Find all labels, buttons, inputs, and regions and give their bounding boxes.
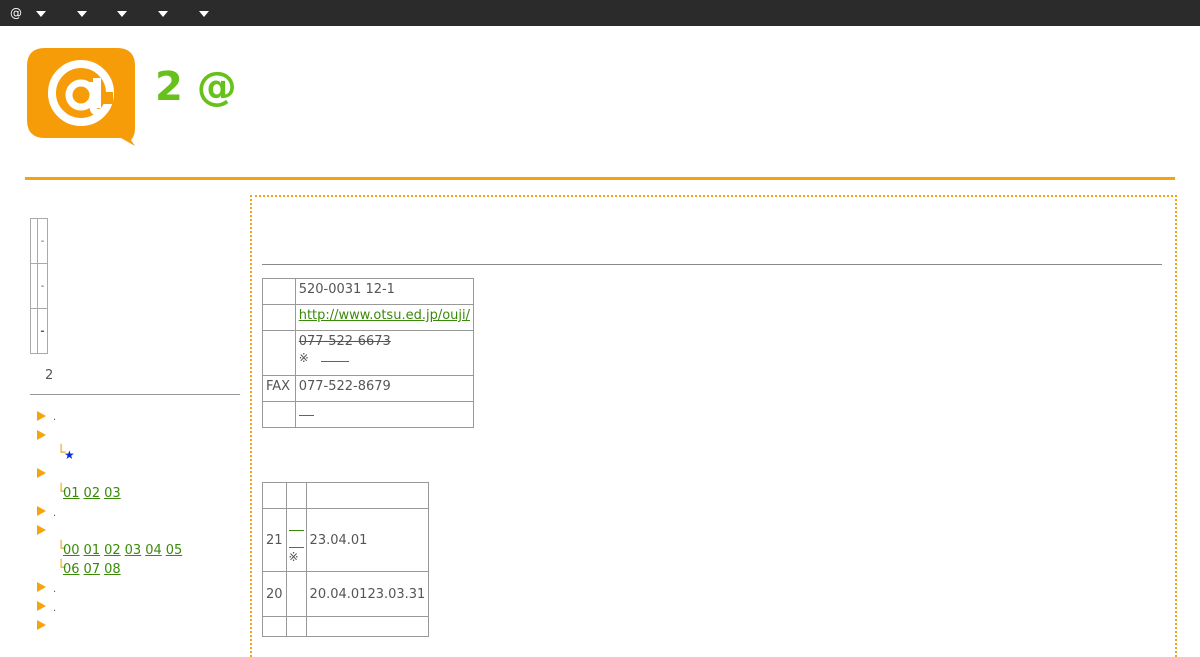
year-link[interactable]: 05: [166, 543, 183, 558]
year-link[interactable]: 03: [104, 486, 121, 501]
year-link[interactable]: 07: [84, 562, 101, 577]
history-table: 21 ※ 23.04.01 20 20.04.0123.03.31: [262, 482, 430, 637]
year-link[interactable]: 04: [145, 543, 162, 558]
site-title: 2 @: [155, 64, 237, 110]
sidebar-page-number: 2: [45, 368, 54, 383]
triangle-right-icon: [37, 525, 46, 535]
sidebar-subitem[interactable]: ★: [64, 448, 75, 463]
top-menu-bar: @: [0, 0, 1200, 26]
tel-number: 077-522-6673: [298, 334, 391, 349]
history-date: 20.04.0123.03.31: [305, 571, 430, 617]
sidebar-nav-item[interactable]: [37, 429, 46, 444]
mini-table-cell[interactable]: -: [37, 263, 48, 309]
address-cell: 520-0031 12-1: [294, 278, 475, 305]
mini-table-cell[interactable]: -: [37, 308, 48, 354]
menu-dropdown-2[interactable]: [77, 0, 87, 26]
sidebar-nav-item[interactable]: [37, 410, 46, 425]
year-links-row: 01 02 03: [63, 486, 125, 501]
year-link[interactable]: 06: [63, 562, 80, 577]
info-link[interactable]: [298, 405, 314, 416]
history-date: 23.04.01: [305, 508, 430, 572]
history-term: 21: [262, 508, 287, 572]
star-icon: ★: [64, 448, 75, 462]
sidebar-nav-item[interactable]: [37, 619, 46, 634]
header-divider: [25, 177, 1175, 180]
history-header-cell: [285, 482, 307, 509]
tel-note-mark: ※: [298, 351, 309, 365]
menu-dropdown-1[interactable]: [36, 0, 46, 26]
year-link[interactable]: 08: [104, 562, 121, 577]
sidebar-nav-item[interactable]: [37, 505, 46, 520]
info-label-cell: [262, 401, 296, 428]
menu-dropdown-3[interactable]: [117, 0, 127, 26]
sidebar-nav-item[interactable]: [37, 524, 46, 539]
school-info-table: 520-0031 12-1 http://www.otsu.ed.jp/ouji…: [262, 278, 475, 428]
nav-dot: .: [53, 412, 57, 423]
history-note: ※: [288, 550, 299, 564]
sidebar-nav-item[interactable]: [37, 467, 46, 482]
school-url-link[interactable]: http://www.otsu.ed.jp/ouji/: [299, 308, 470, 323]
year-link[interactable]: 01: [63, 486, 80, 501]
tel-note-row: ※: [299, 351, 470, 365]
triangle-right-icon: [37, 411, 46, 421]
triangle-right-icon: [37, 601, 46, 611]
info-label-cell: [262, 330, 296, 376]
year-links-row: 00 01 02 03 04 05: [63, 543, 186, 558]
triangle-right-icon: [37, 620, 46, 630]
info-label-cell: [262, 304, 296, 331]
history-header-cell: [262, 482, 287, 509]
triangle-right-icon: [37, 430, 46, 440]
mini-table-cell[interactable]: -: [37, 218, 48, 264]
history-links-cell: [285, 616, 307, 637]
nav-dot: .: [53, 603, 57, 614]
main-heading-divider: [262, 264, 1162, 265]
chevron-down-icon: [117, 10, 127, 17]
triangle-right-icon: [37, 582, 46, 592]
sidebar-mini-table: - - -: [30, 218, 48, 354]
year-link[interactable]: 01: [84, 543, 101, 558]
year-link[interactable]: 00: [63, 543, 80, 558]
tel-cell: 077-522-6673 ※: [294, 330, 475, 376]
history-links-cell: ※: [285, 508, 307, 572]
history-header-cell: [305, 482, 430, 509]
history-term: [262, 616, 287, 637]
triangle-right-icon: [37, 468, 46, 478]
chevron-down-icon: [158, 10, 168, 17]
year-link[interactable]: 03: [125, 543, 142, 558]
chevron-down-icon: [77, 10, 87, 17]
triangle-right-icon: [37, 506, 46, 516]
link-cell: [294, 401, 475, 428]
sidebar-divider: [30, 394, 240, 395]
year-link[interactable]: 02: [84, 486, 101, 501]
menu-dropdown-5[interactable]: [199, 0, 209, 26]
sidebar-nav-item[interactable]: [37, 600, 46, 615]
tel-note-link[interactable]: [320, 351, 349, 362]
history-link[interactable]: [288, 516, 304, 531]
at-speech-bubble-icon[interactable]: [27, 48, 135, 146]
history-links-cell: [285, 571, 307, 617]
fax-label: FAX: [262, 375, 296, 402]
url-cell: http://www.otsu.ed.jp/ouji/: [294, 304, 475, 331]
nav-dot: .: [53, 508, 57, 519]
menu-dropdown-4[interactable]: [158, 0, 168, 26]
menu-home-item[interactable]: @: [10, 0, 22, 26]
year-link[interactable]: 02: [104, 543, 121, 558]
fax-cell: 077-522-8679: [294, 375, 475, 402]
chevron-down-icon: [199, 10, 209, 17]
info-label-cell: [262, 278, 296, 305]
history-term: 20: [262, 571, 287, 617]
year-links-row: 06 07 08: [63, 562, 125, 577]
history-date: [305, 616, 430, 637]
history-link[interactable]: [288, 531, 304, 548]
chevron-down-icon: [36, 10, 46, 17]
sidebar-nav-item[interactable]: [37, 581, 46, 596]
nav-dot: .: [53, 584, 57, 595]
